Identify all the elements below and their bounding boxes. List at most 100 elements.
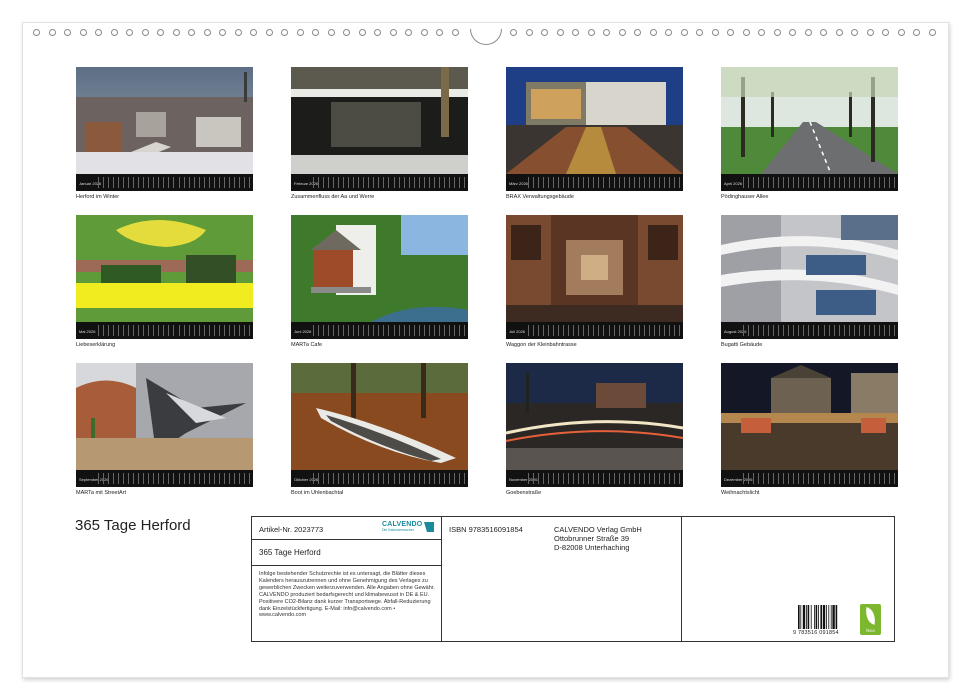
info-cell-publisher: ISBN 9783516091854 CALVENDO Verlag GmbH … — [442, 517, 682, 641]
photo-caption: Boot im Uhlenbachtal — [291, 490, 344, 496]
calendar-page: Januar 2026 Herford im Winter Februar 20… — [22, 22, 949, 678]
binding-ring — [928, 29, 936, 36]
photo-caption: Herford im Winter — [76, 194, 120, 200]
binding-ring — [219, 29, 226, 36]
month-name: März 2026 — [509, 181, 528, 186]
binding-ring — [851, 29, 858, 36]
binding-ring — [897, 29, 905, 36]
month-strip: November 2026 — [506, 470, 683, 487]
month-june: Juni 2026 MARTa Cafe — [291, 215, 468, 348]
binding-ring — [587, 29, 595, 36]
binding-ring — [64, 29, 71, 36]
photo-caption: Pödinghauser Allee — [721, 194, 769, 200]
calendar-subtitle: 365 Tage Herford — [259, 548, 321, 557]
binding-ring — [541, 29, 548, 36]
binding-ring — [374, 29, 381, 36]
photo-caption: Goebenstraße — [506, 490, 542, 496]
photo-caption: BRAX Verwaltungsgebäude — [506, 194, 574, 200]
binding-ring — [742, 29, 750, 36]
info-cell-article: Artikel-Nr. 2023773 CALVENDO Die Kalende… — [252, 517, 442, 641]
binding-ring — [835, 29, 843, 36]
brand-name: CALVENDO — [382, 521, 423, 528]
binding-ring — [265, 29, 273, 36]
photo-caption: Liebeserklärung — [76, 342, 116, 348]
binding-ring — [820, 29, 827, 36]
publisher-address: CALVENDO Verlag GmbH Ottobrunner Straße … — [554, 525, 642, 552]
binding-ring — [649, 29, 657, 36]
month-name: Mai 2026 — [79, 329, 96, 334]
photo-may — [76, 215, 253, 322]
photo-march — [506, 67, 683, 174]
binding-ring — [33, 29, 40, 36]
binding-ring — [405, 29, 412, 36]
publisher-name: CALVENDO Verlag GmbH — [554, 525, 642, 534]
binding-ring — [48, 29, 56, 36]
month-september: September 2026 MARTa mit StreetArt — [76, 363, 253, 496]
product-info-box: Artikel-Nr. 2023773 CALVENDO Die Kalende… — [251, 516, 895, 642]
month-strip: März 2026 — [506, 174, 683, 191]
binding-ring — [312, 29, 319, 36]
binding-ring — [882, 29, 889, 36]
isbn: ISBN 9783516091854 — [449, 525, 523, 534]
legal-text: Infolge bestehender Schutzrechte ist es … — [259, 571, 435, 619]
binding-ring — [281, 29, 288, 36]
binding-ring — [510, 29, 517, 36]
photo-october — [291, 363, 468, 470]
photo-september — [76, 363, 253, 470]
binding-ring — [866, 29, 874, 36]
month-august: August 2026 Bugatti Gebäude — [721, 215, 898, 348]
binding-ring — [157, 29, 164, 36]
binding-ring — [79, 29, 87, 36]
binding-ring — [250, 29, 257, 36]
photo-caption: Waggon der Kleinbahntrasse — [506, 342, 577, 348]
binding-ring — [358, 29, 366, 36]
binding-ring — [789, 29, 796, 36]
month-july: Juli 2026 Waggon der Kleinbahntrasse — [506, 215, 683, 348]
binding-ring — [804, 29, 812, 36]
binding-ring — [327, 29, 335, 36]
calvendo-logo: CALVENDO Die Kalendermacher — [382, 521, 434, 532]
binding-ring — [296, 29, 304, 36]
photo-april — [721, 67, 898, 174]
binding-ring — [727, 29, 734, 36]
binding-ring — [234, 29, 242, 36]
hanger-notch — [470, 29, 502, 45]
photo-november — [506, 363, 683, 470]
binding-ring — [141, 29, 149, 36]
binding-ring — [451, 29, 459, 36]
article-number: Artikel-Nr. 2023773 — [259, 525, 324, 534]
binding-rings — [23, 29, 948, 45]
binding-ring — [436, 29, 443, 36]
month-strip: Januar 2026 — [76, 174, 253, 191]
eco-label: feco — [866, 628, 875, 633]
month-name: Juni 2026 — [294, 329, 312, 334]
month-strip: Juli 2026 — [506, 322, 683, 339]
photo-june — [291, 215, 468, 322]
binding-ring — [618, 29, 626, 36]
binding-ring — [913, 29, 920, 36]
barcode-icon — [797, 605, 849, 629]
binding-ring — [603, 29, 610, 36]
binding-ring — [556, 29, 564, 36]
month-strip: Mai 2026 — [76, 322, 253, 339]
binding-ring — [711, 29, 719, 36]
publisher-city: D-82008 Unterhaching — [554, 543, 630, 552]
month-february: Februar 2026 Zusammenfluss der Aa und We… — [291, 67, 468, 200]
month-strip: Oktober 2026 — [291, 470, 468, 487]
binding-ring — [343, 29, 350, 36]
month-may: Mai 2026 Liebeserklärung — [76, 215, 253, 348]
brand-tagline: Die Kalendermacher — [382, 528, 414, 532]
photo-august — [721, 215, 898, 322]
month-strip: Dezember 2026 — [721, 470, 898, 487]
binding-ring — [126, 29, 133, 36]
binding-ring — [203, 29, 211, 36]
month-name: April 2026 — [724, 181, 743, 186]
photo-december — [721, 363, 898, 470]
binding-ring — [172, 29, 180, 36]
binding-ring — [389, 29, 397, 36]
photo-caption: MARTa Cafe — [291, 342, 323, 348]
binding-ring — [665, 29, 672, 36]
binding-ring — [525, 29, 533, 36]
calendar-title: 365 Tage Herford — [75, 517, 191, 534]
month-october: Oktober 2026 Boot im Uhlenbachtal — [291, 363, 468, 496]
